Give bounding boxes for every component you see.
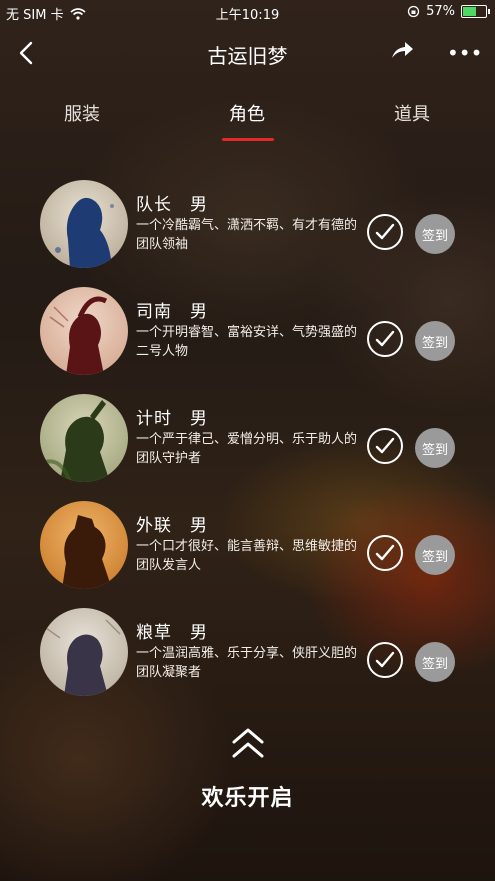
checkmark-icon bbox=[375, 544, 395, 561]
tab-bar: 服装 角色 道具 bbox=[0, 98, 495, 146]
character-name-text: 粮草 bbox=[136, 623, 172, 643]
avatar bbox=[40, 287, 128, 375]
select-check-button[interactable] bbox=[367, 321, 403, 357]
nav-bar: 古运旧梦 ••• bbox=[0, 30, 495, 78]
character-gender: 男 bbox=[190, 302, 208, 322]
list-item: 队长男 一个冷酷霸气、潇洒不羁、有才有德的团队领袖 签到 bbox=[0, 180, 495, 272]
more-icon[interactable]: ••• bbox=[447, 40, 482, 66]
select-check-button[interactable] bbox=[367, 642, 403, 678]
character-desc: 一个开明睿智、富裕安详、气势强盛的二号人物 bbox=[136, 325, 358, 359]
character-name: 粮草男 bbox=[136, 618, 208, 643]
character-desc: 一个严于律己、爱憎分明、乐于助人的团队守护者 bbox=[136, 432, 358, 466]
select-check-button[interactable] bbox=[367, 428, 403, 464]
select-check-button[interactable] bbox=[367, 535, 403, 571]
start-button[interactable]: 欢乐开启 bbox=[0, 780, 495, 812]
character-name: 外联男 bbox=[136, 511, 208, 536]
avatar bbox=[40, 608, 128, 696]
checkmark-icon bbox=[375, 437, 395, 454]
character-name-text: 计时 bbox=[136, 409, 172, 429]
character-desc: 一个口才很好、能言善辩、思维敏捷的团队发言人 bbox=[136, 539, 358, 573]
status-right: 57% bbox=[407, 4, 490, 19]
signin-button[interactable]: 签到 bbox=[415, 321, 455, 361]
list-item: 外联男 一个口才很好、能言善辩、思维敏捷的团队发言人 签到 bbox=[0, 501, 495, 593]
tab-costume[interactable]: 服装 bbox=[42, 100, 122, 126]
share-icon[interactable] bbox=[389, 38, 415, 64]
tab-active-indicator bbox=[222, 138, 274, 141]
list-item: 司南男 一个开明睿智、富裕安详、气势强盛的二号人物 签到 bbox=[0, 287, 495, 379]
character-desc: 一个冷酷霸气、潇洒不羁、有才有德的团队领袖 bbox=[136, 218, 358, 252]
signin-button[interactable]: 签到 bbox=[415, 642, 455, 682]
character-name: 司南男 bbox=[136, 297, 208, 322]
list-item: 计时男 一个严于律己、爱憎分明、乐于助人的团队守护者 签到 bbox=[0, 394, 495, 486]
avatar bbox=[40, 180, 128, 268]
character-name-text: 司南 bbox=[136, 302, 172, 322]
avatar bbox=[40, 394, 128, 482]
character-desc: 一个温润高雅、乐于分享、侠肝义胆的团队凝聚者 bbox=[136, 646, 358, 680]
tab-props[interactable]: 道具 bbox=[372, 100, 452, 126]
character-gender: 男 bbox=[190, 623, 208, 643]
character-name: 计时男 bbox=[136, 404, 208, 429]
list-item: 粮草男 一个温润高雅、乐于分享、侠肝义胆的团队凝聚者 签到 bbox=[0, 608, 495, 700]
character-name-text: 外联 bbox=[136, 516, 172, 536]
checkmark-icon bbox=[375, 223, 395, 240]
character-gender: 男 bbox=[190, 409, 208, 429]
signin-button[interactable]: 签到 bbox=[415, 535, 455, 575]
checkmark-icon bbox=[375, 330, 395, 347]
avatar bbox=[40, 501, 128, 589]
character-name: 队长男 bbox=[136, 190, 208, 215]
character-gender: 男 bbox=[190, 516, 208, 536]
page-title: 古运旧梦 bbox=[207, 44, 288, 68]
signin-button[interactable]: 签到 bbox=[415, 214, 455, 254]
checkmark-icon bbox=[375, 651, 395, 668]
signin-button[interactable]: 签到 bbox=[415, 428, 455, 468]
tab-role[interactable]: 角色 bbox=[207, 100, 287, 126]
battery-percent: 57% bbox=[426, 4, 455, 19]
double-chevron-up-icon[interactable] bbox=[230, 726, 266, 760]
character-gender: 男 bbox=[190, 195, 208, 215]
character-name-text: 队长 bbox=[136, 195, 172, 215]
select-check-button[interactable] bbox=[367, 214, 403, 250]
status-bar: 无 SIM 卡 上午10:19 57% bbox=[0, 0, 495, 24]
rotation-lock-icon bbox=[407, 5, 420, 18]
battery-icon bbox=[461, 5, 490, 18]
